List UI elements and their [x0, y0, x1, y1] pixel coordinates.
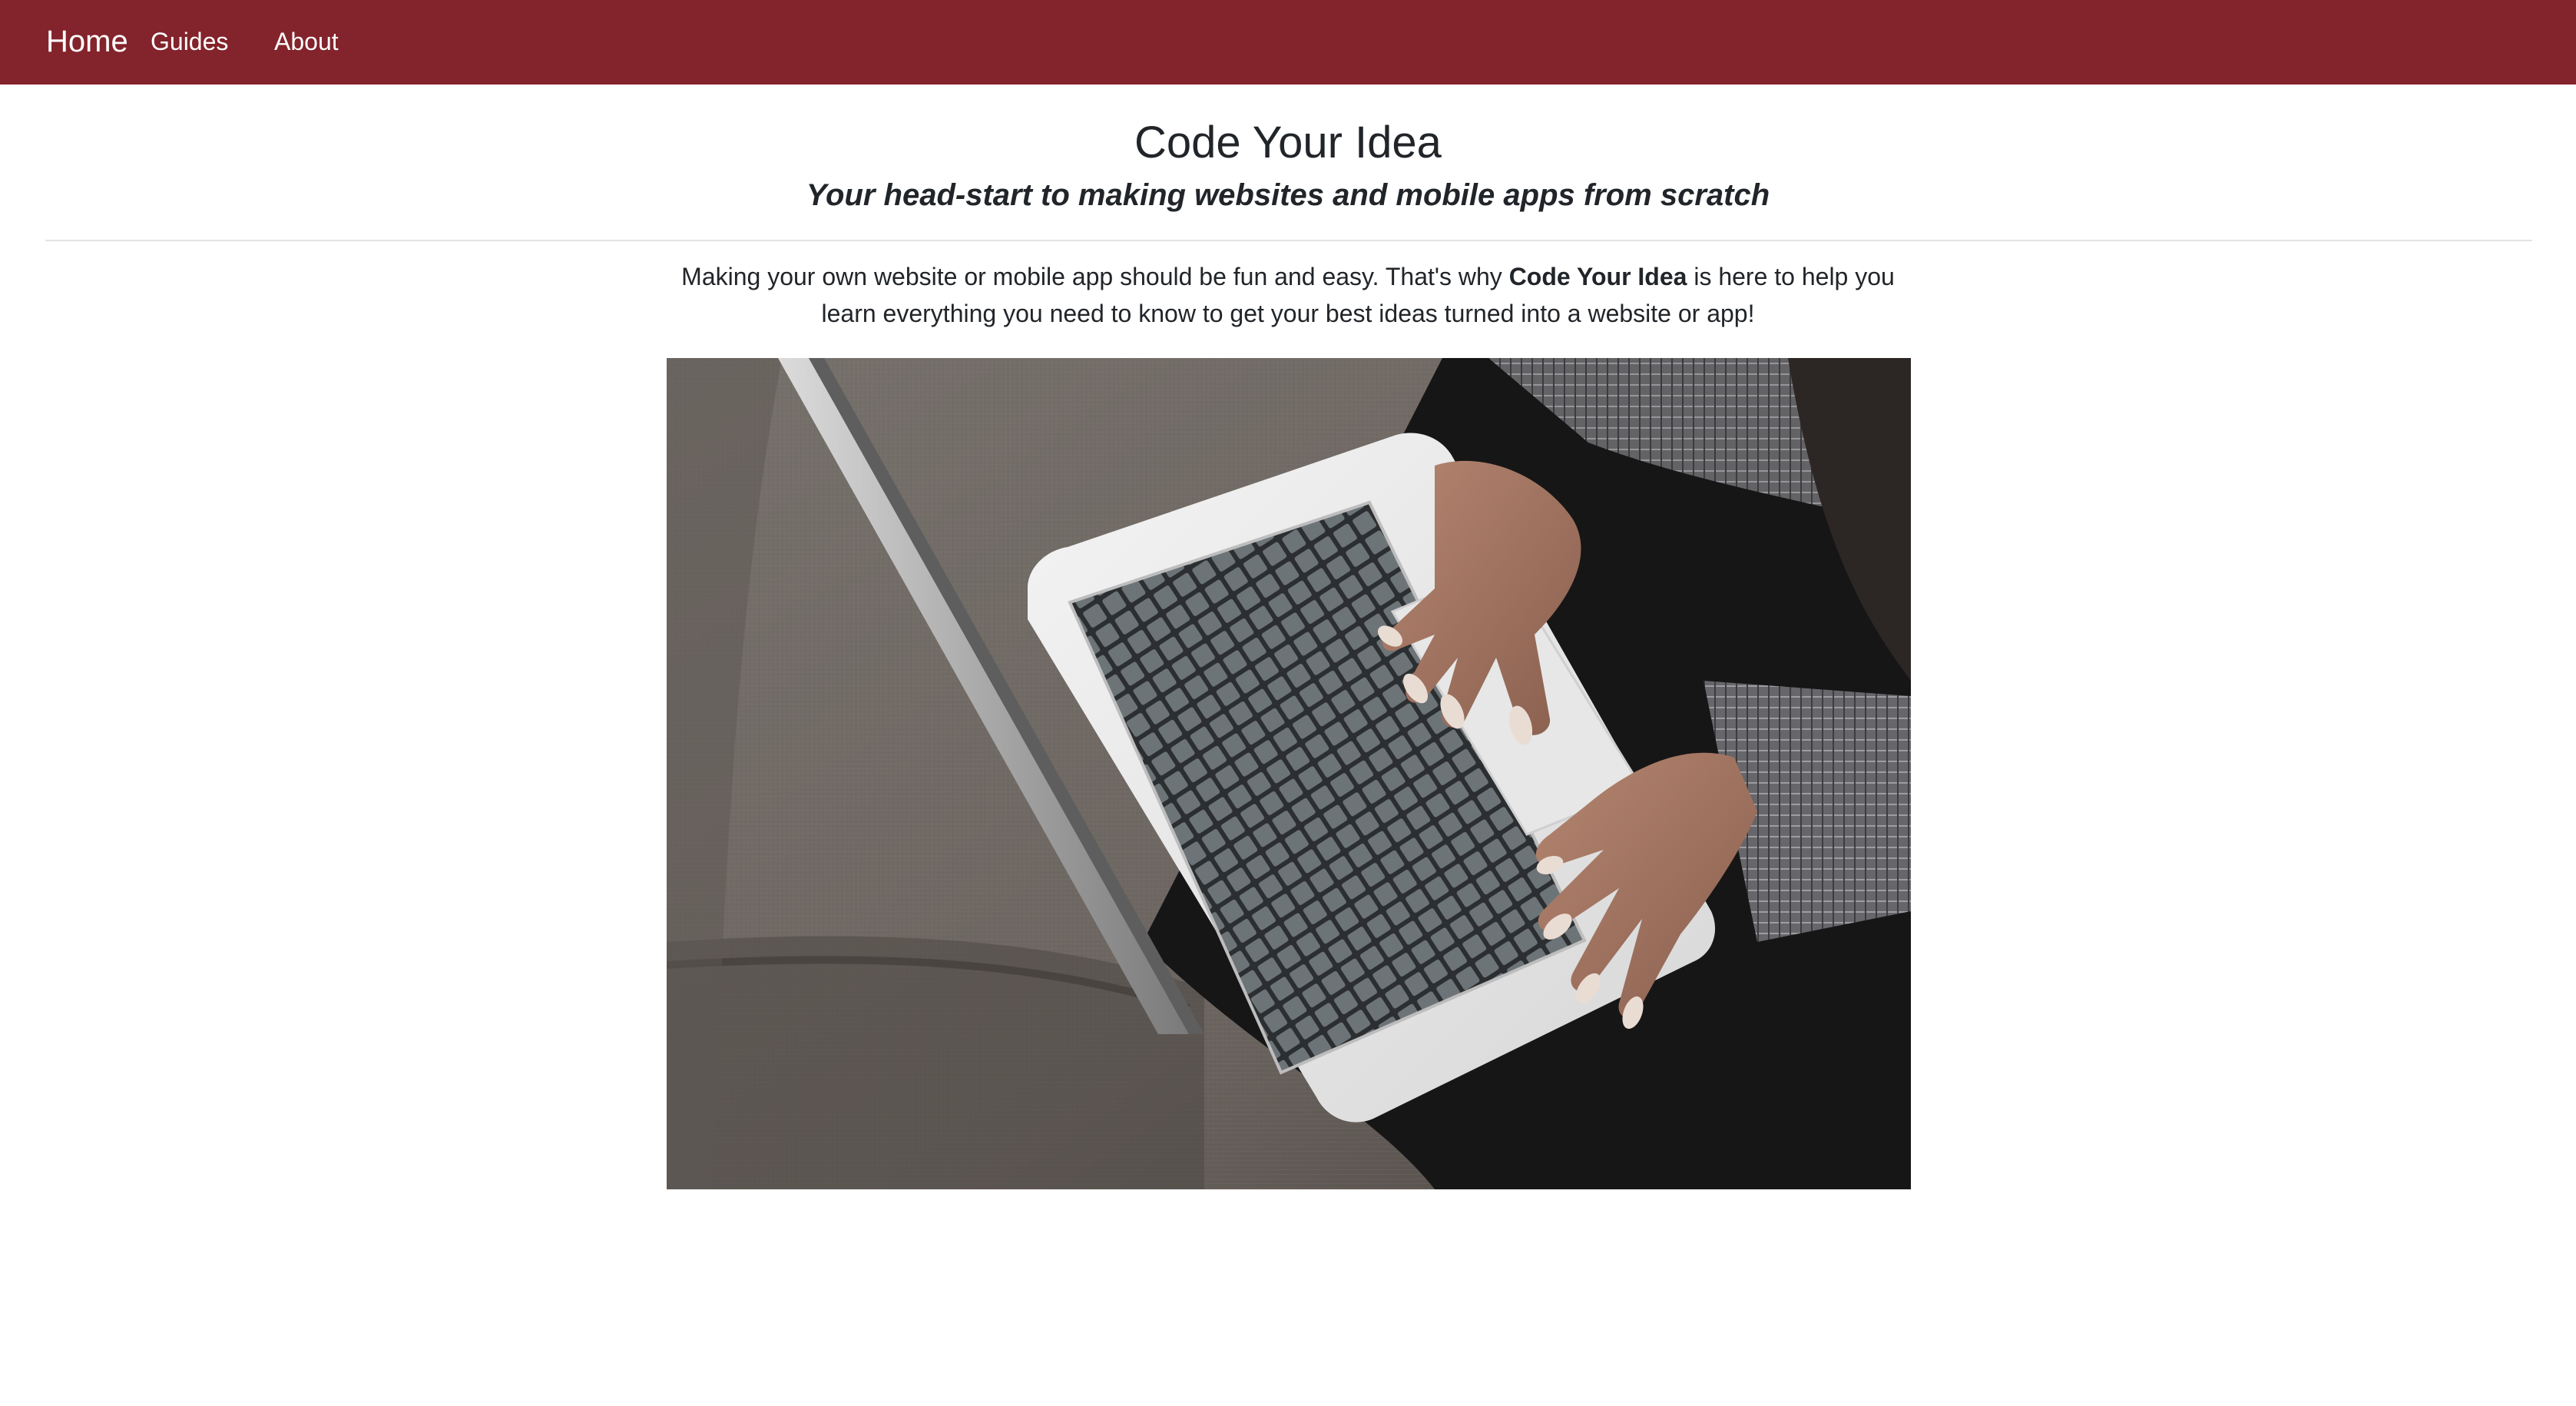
page-subtitle: Your head-start to making websites and m…: [806, 178, 1770, 212]
nav-link-about[interactable]: About: [274, 25, 339, 58]
page-title: Code Your Idea: [1134, 118, 1442, 167]
intro-text-start: Making your own website or mobile app sh…: [681, 263, 1509, 290]
intro-paragraph: Making your own website or mobile app sh…: [653, 258, 1923, 332]
hero-image: [667, 358, 1911, 1189]
home-link[interactable]: Home: [46, 20, 128, 63]
laptop-typing-illustration: [667, 358, 1911, 1189]
header-divider: [45, 240, 2532, 241]
top-navbar: Home Guides About: [0, 0, 2576, 85]
nav-link-guides[interactable]: Guides: [151, 25, 228, 58]
brand-highlight: Code Your Idea: [1508, 263, 1687, 290]
